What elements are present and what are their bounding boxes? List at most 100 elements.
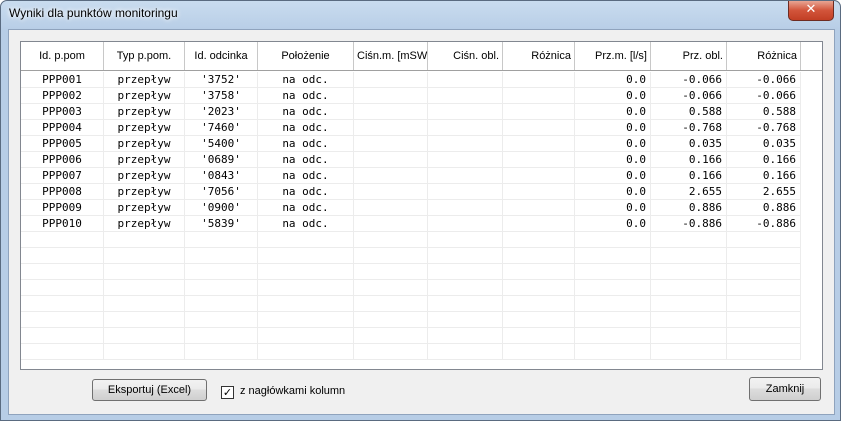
table-cell (258, 344, 354, 360)
table-cell (21, 312, 104, 328)
table-cell: 2.655 (727, 184, 801, 200)
table-cell (258, 328, 354, 344)
table-row[interactable]: PPP005 przepływ '5400' na odc. 0.0 0.035 0.035 (21, 136, 822, 152)
table-cell (727, 232, 801, 248)
table-cell: PPP008 (21, 184, 104, 200)
table-cell (354, 264, 428, 280)
column-header[interactable]: Id. p.pom (21, 42, 104, 70)
table-cell (727, 264, 801, 280)
table-row[interactable]: PPP006 przepływ '0689' na odc. 0.0 0.166 0.166 (21, 152, 822, 168)
table-row[interactable] (21, 312, 822, 328)
table-cell (503, 312, 575, 328)
table-cell (21, 248, 104, 264)
table-cell (354, 152, 428, 168)
table-row[interactable] (21, 344, 822, 360)
table-cell (503, 248, 575, 264)
table-cell (354, 280, 428, 296)
table-row[interactable] (21, 328, 822, 344)
table-row[interactable]: PPP003 przepływ '2023' na odc. 0.0 0.588 0.588 (21, 104, 822, 120)
table-cell (428, 296, 503, 312)
table-cell: PPP003 (21, 104, 104, 120)
table-cell (503, 104, 575, 120)
table-cell: 0.588 (651, 104, 727, 120)
table-cell (651, 232, 727, 248)
table-cell: '7056' (185, 184, 258, 200)
table-cell (104, 264, 185, 280)
table-cell: -0.066 (651, 72, 727, 88)
column-header[interactable]: Różnica (503, 42, 575, 70)
results-window: Wyniki dla punktów monitoringu ✕ Id. p.p… (0, 0, 841, 421)
table-row[interactable]: PPP004 przepływ '7460' na odc. 0.0 -0.768 -0.7… (21, 120, 822, 136)
column-header[interactable]: Ciśn. obl. (428, 42, 503, 70)
table-cell (21, 344, 104, 360)
table-cell (354, 328, 428, 344)
table-cell (104, 232, 185, 248)
table-row[interactable]: PPP010 przepływ '5839' na odc. 0.0 -0.886 -0.8… (21, 216, 822, 232)
table-cell (21, 280, 104, 296)
table-cell (428, 136, 503, 152)
table-cell (428, 120, 503, 136)
table-cell (428, 344, 503, 360)
table-cell: PPP001 (21, 72, 104, 88)
headers-checkbox[interactable]: ✓ (221, 386, 234, 399)
export-excel-button[interactable]: Eksportuj (Excel) (92, 379, 207, 401)
table-cell (21, 264, 104, 280)
table-cell (727, 280, 801, 296)
table-cell: 0.0 (575, 152, 651, 168)
table-cell (354, 216, 428, 232)
table-cell: przepływ (104, 168, 185, 184)
table-row[interactable] (21, 248, 822, 264)
table-row[interactable] (21, 232, 822, 248)
table-cell (258, 296, 354, 312)
table-cell (575, 264, 651, 280)
table-cell: na odc. (258, 88, 354, 104)
table-cell (428, 72, 503, 88)
table-cell (727, 296, 801, 312)
table-cell (575, 248, 651, 264)
column-header[interactable]: Prz.m. [l/s] (575, 42, 651, 70)
column-header[interactable]: Prz. obl. (651, 42, 727, 70)
table-cell (354, 168, 428, 184)
table-cell (354, 232, 428, 248)
table-cell: PPP007 (21, 168, 104, 184)
table-cell (258, 280, 354, 296)
table-cell: na odc. (258, 200, 354, 216)
table-cell (651, 280, 727, 296)
table-cell (354, 136, 428, 152)
table-cell (428, 248, 503, 264)
table-cell (354, 184, 428, 200)
table-cell: na odc. (258, 152, 354, 168)
table-row[interactable] (21, 296, 822, 312)
column-header[interactable]: Różnica (727, 42, 801, 70)
table-header: Id. p.pom Typ p.pom. Id. odcinka Położenie C… (21, 42, 822, 71)
table-cell (575, 328, 651, 344)
title-bar[interactable]: Wyniki dla punktów monitoringu ✕ (1, 1, 840, 29)
table-row[interactable]: PPP001 przepływ '3752' na odc. 0.0 -0.066 -0.0… (21, 72, 822, 88)
table-cell: przepływ (104, 184, 185, 200)
column-header[interactable]: Id. odcinka (185, 42, 258, 70)
table-cell (354, 296, 428, 312)
column-header[interactable]: Typ p.pom. (104, 42, 185, 70)
table-cell (104, 328, 185, 344)
table-cell (185, 264, 258, 280)
column-header[interactable]: Ciśn.m. [mSW] (354, 42, 428, 70)
table-row[interactable]: PPP002 przepływ '3758' na odc. 0.0 -0.066 -0.0… (21, 88, 822, 104)
table-row[interactable]: PPP009 przepływ '0900' na odc. 0.0 0.886 0.886 (21, 200, 822, 216)
table-row[interactable]: PPP007 przepływ '0843' na odc. 0.0 0.166 0.166 (21, 168, 822, 184)
close-button[interactable]: Zamknij (749, 377, 821, 401)
column-header[interactable]: Położenie (258, 42, 354, 70)
results-table[interactable]: Id. p.pom Typ p.pom. Id. odcinka Położenie C… (20, 41, 823, 370)
table-cell: 0.035 (651, 136, 727, 152)
table-row[interactable]: PPP008 przepływ '7056' na odc. 0.0 2.655 2.655 (21, 184, 822, 200)
table-cell (651, 344, 727, 360)
close-icon[interactable]: ✕ (788, 1, 834, 21)
table-cell: 0.166 (727, 168, 801, 184)
table-cell: na odc. (258, 184, 354, 200)
table-cell: 0.0 (575, 88, 651, 104)
table-cell (575, 280, 651, 296)
table-cell: PPP010 (21, 216, 104, 232)
table-cell: na odc. (258, 72, 354, 88)
table-row[interactable] (21, 264, 822, 280)
table-row[interactable] (21, 280, 822, 296)
table-cell: 0.886 (651, 200, 727, 216)
